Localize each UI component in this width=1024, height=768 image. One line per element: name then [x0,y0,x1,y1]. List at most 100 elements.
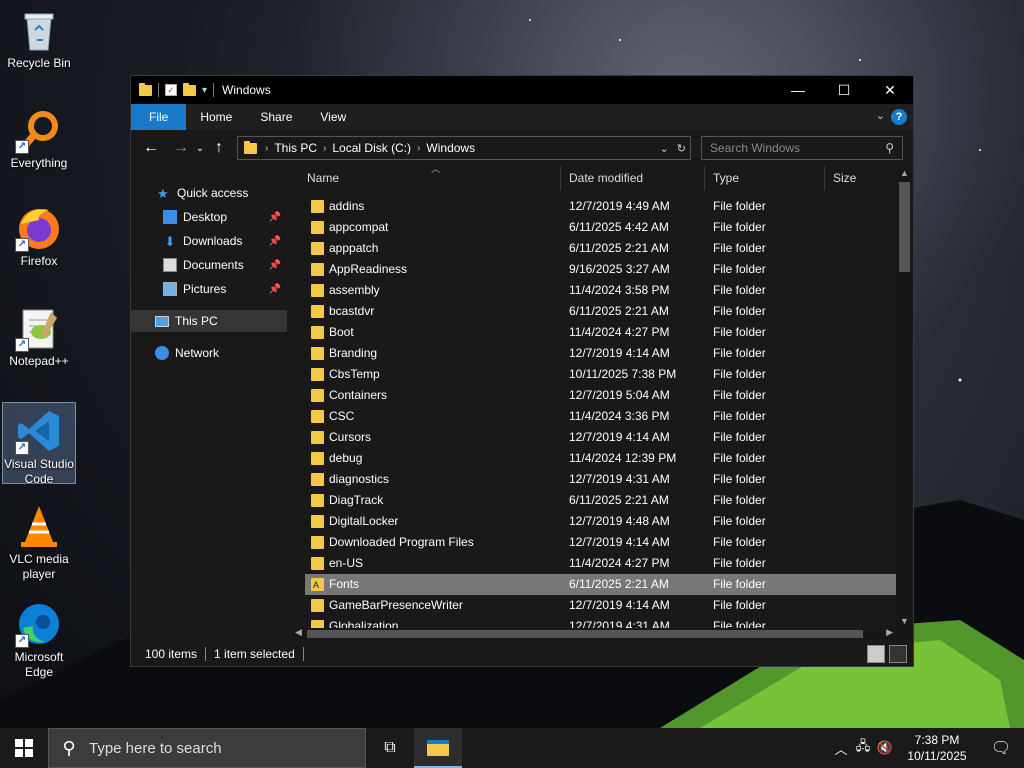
nav-label: Pictures [183,282,227,296]
scroll-down-icon[interactable]: ▼ [900,616,909,626]
taskbar-search-box[interactable]: ⚲ Type here to search [48,728,366,768]
task-view-button[interactable]: ⧉ [366,728,414,768]
breadcrumb-this-pc[interactable]: This PC [268,141,323,155]
table-row[interactable]: Downloaded Program Files 12/7/2019 4:14 A… [305,532,897,553]
clock[interactable]: 7:38 PM 10/11/2025 [896,732,978,764]
firefox-icon: ↗ [15,204,63,252]
back-button[interactable]: ← [139,139,163,157]
folder-icon [311,242,324,255]
horizontal-scrollbar[interactable]: ◀ ▶ [293,627,913,640]
nav-desktop[interactable]: Desktop 📌 [131,206,287,228]
clock-time: 7:38 PM [914,733,960,747]
desktop-icon-notepad-plus-plus[interactable]: ↗ Notepad++ [2,300,76,382]
pin-icon[interactable]: 📌 [269,236,281,247]
up-button[interactable]: ↑ [207,139,231,157]
table-row[interactable]: assembly 11/4/2024 3:58 PM File folder [305,280,897,301]
chevron-up-icon[interactable]: ︿ [830,739,852,758]
maximize-button[interactable]: ☐ [821,76,867,104]
breadcrumb-local-disk[interactable]: Local Disk (C:) [326,141,417,155]
tab-home[interactable]: Home [186,104,246,130]
volume-muted-icon[interactable]: 🔇 [874,740,896,756]
nav-downloads[interactable]: ⬇ Downloads 📌 [131,230,287,252]
tab-view[interactable]: View [306,104,360,130]
column-size[interactable]: Size [825,166,897,190]
nav-quick-access[interactable]: ★ Quick access [131,182,287,204]
file-type: File folder [713,598,766,612]
table-row[interactable]: en-US 11/4/2024 4:27 PM File folder [305,553,897,574]
nav-network[interactable]: Network [131,342,287,364]
table-row[interactable]: apppatch 6/11/2025 2:21 AM File folder [305,238,897,259]
tab-share[interactable]: Share [246,104,306,130]
desktop-icon-recycle-bin[interactable]: Recycle Bin [2,2,76,84]
folder-icon [311,599,324,612]
table-row[interactable]: debug 11/4/2024 12:39 PM File folder [305,448,897,469]
address-dropdown-icon[interactable]: ⌄ [660,142,669,155]
table-row[interactable]: DiagTrack 6/11/2025 2:21 AM File folder [305,490,897,511]
file-type: File folder [713,199,766,213]
file-date: 11/4/2024 4:27 PM [569,325,670,339]
taskbar-file-explorer[interactable] [414,728,462,768]
network-icon[interactable]: 🖧 [852,737,874,759]
table-row[interactable]: A Fonts 6/11/2025 2:21 AM File folder [305,574,897,595]
table-row[interactable]: DigitalLocker 12/7/2019 4:48 AM File folde… [305,511,897,532]
table-row[interactable]: addins 12/7/2019 4:49 AM File folder [305,196,897,217]
properties-icon[interactable]: ✓ [165,84,177,96]
nav-documents[interactable]: Documents 📌 [131,254,287,276]
customize-toolbar-icon[interactable]: ▾ [202,85,207,96]
tab-file[interactable]: File [131,104,187,130]
nav-this-pc[interactable]: This PC [131,310,287,332]
scroll-right-icon[interactable]: ▶ [886,627,893,638]
start-button[interactable] [0,728,48,768]
file-date: 6/11/2025 2:21 AM [569,493,669,507]
file-date: 6/11/2025 4:42 AM [569,220,669,234]
scroll-thumb[interactable] [899,182,910,272]
search-input[interactable]: Search Windows ⚲ [701,136,903,160]
file-name: appcompat [329,220,389,234]
title-bar[interactable]: ✓ ▾ Windows — ☐ ✕ [131,76,913,104]
table-row[interactable]: CbsTemp 10/11/2025 7:38 PM File folder [305,364,897,385]
desktop-icon-vlc[interactable]: VLC media player [2,498,76,581]
desktop-icon-firefox[interactable]: ↗ Firefox [2,200,76,282]
table-row[interactable]: Globalization 12/7/2019 4:31 AM File folde… [305,616,897,628]
column-name[interactable]: Name [299,166,561,190]
help-button[interactable]: ? [891,109,907,125]
address-bar[interactable]: › This PC › Local Disk (C:) › Windows ⌄ … [237,136,691,160]
close-button[interactable]: ✕ [867,76,913,104]
pin-icon[interactable]: 📌 [269,212,281,223]
table-row[interactable]: bcastdvr 6/11/2025 2:21 AM File folder [305,301,897,322]
table-row[interactable]: GameBarPresenceWriter 12/7/2019 4:14 AM Fi… [305,595,897,616]
table-row[interactable]: diagnostics 12/7/2019 4:31 AM File folder [305,469,897,490]
recent-locations-button[interactable]: ⌄ [193,143,207,154]
search-icon: ⚲ [62,737,76,758]
vertical-scrollbar[interactable]: ▲ ▼ [896,166,913,628]
table-row[interactable]: AppReadiness 9/16/2025 3:27 AM File folder [305,259,897,280]
pin-icon[interactable]: 📌 [269,260,281,271]
table-row[interactable]: Boot 11/4/2024 4:27 PM File folder [305,322,897,343]
scroll-left-icon[interactable]: ◀ [295,627,302,638]
table-row[interactable]: CSC 11/4/2024 3:36 PM File folder [305,406,897,427]
nav-pictures[interactable]: Pictures 📌 [131,278,287,300]
desktop-icon-everything[interactable]: ↗ Everything [2,102,76,184]
column-date-modified[interactable]: Date modified [561,166,705,190]
chevron-down-icon[interactable]: ⌄ [876,109,885,122]
large-icons-view-icon[interactable] [889,645,907,663]
desktop-icon-edge[interactable]: ↗ Microsoft Edge [2,596,76,679]
table-row[interactable]: Branding 12/7/2019 4:14 AM File folder [305,343,897,364]
address-controls: ⌄ ↻ [660,142,686,155]
forward-button[interactable]: → [169,139,193,157]
table-row[interactable]: Cursors 12/7/2019 4:14 AM File folder [305,427,897,448]
column-type[interactable]: Type [705,166,825,190]
file-name: Globalization [329,619,399,628]
new-folder-icon[interactable] [183,82,196,96]
refresh-icon[interactable]: ↻ [677,142,686,155]
breadcrumb-windows[interactable]: Windows [420,141,481,155]
scroll-up-icon[interactable]: ▲ [900,168,909,178]
pin-icon[interactable]: 📌 [269,284,281,295]
table-row[interactable]: appcompat 6/11/2025 4:42 AM File folder [305,217,897,238]
table-row[interactable]: Containers 12/7/2019 5:04 AM File folder [305,385,897,406]
desktop-icon-vscode[interactable]: ↗ Visual Studio Code [2,402,76,486]
minimize-button[interactable]: — [775,76,821,104]
details-view-icon[interactable] [867,645,885,663]
notification-center-icon[interactable]: 🗨 [978,738,1024,758]
scroll-thumb[interactable] [307,630,863,638]
